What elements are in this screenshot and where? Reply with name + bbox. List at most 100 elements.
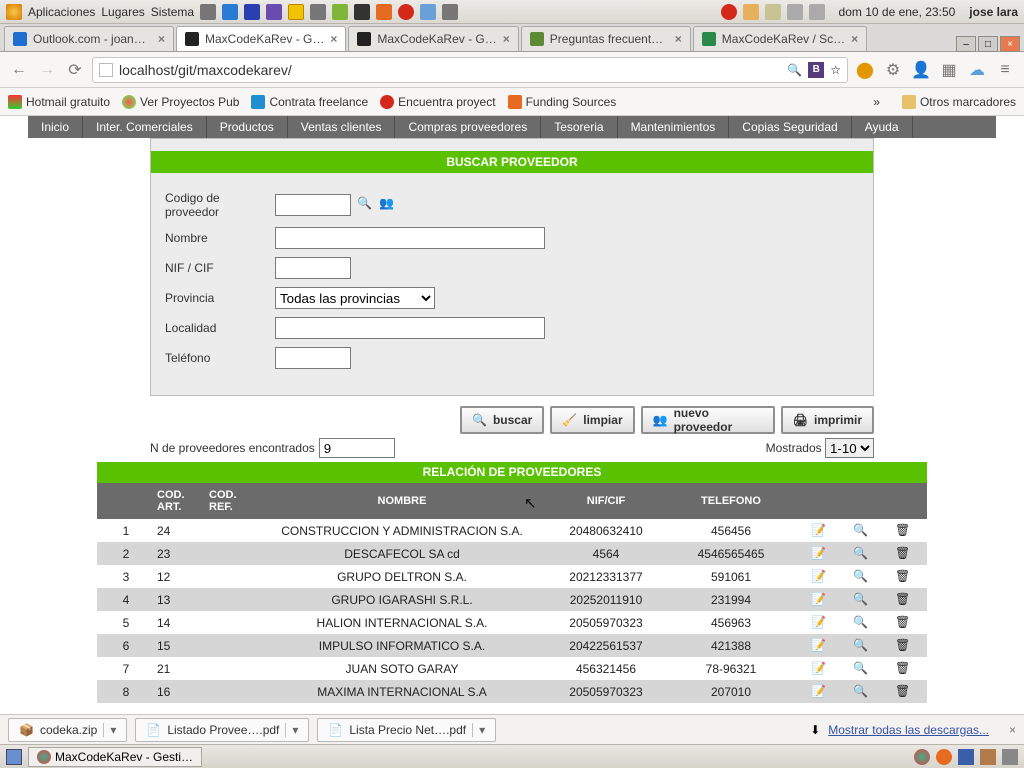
tray-icon[interactable] [914, 749, 930, 765]
tray-icon[interactable] [244, 4, 260, 20]
tray-icon[interactable] [222, 4, 238, 20]
buscar-button[interactable]: 🔍buscar [460, 406, 544, 434]
chevron-down-icon[interactable]: ▾ [472, 723, 485, 737]
edit-icon[interactable]: 📝 [811, 592, 827, 608]
download-item[interactable]: 📄Lista Precio Net….pdf▾ [317, 718, 496, 742]
mostrados-select[interactable]: 1-10 [825, 438, 874, 458]
nif-input[interactable] [275, 257, 351, 279]
delete-icon[interactable]: 🗑 [895, 592, 911, 608]
reload-button[interactable]: ⟳ [64, 59, 86, 81]
chevron-down-icon[interactable]: ▾ [103, 723, 116, 737]
menu-inicio[interactable]: Inicio [28, 116, 83, 138]
ext-icon[interactable]: ▦ [938, 59, 960, 81]
os-menu-apps[interactable]: Aplicaciones [28, 5, 95, 19]
download-item[interactable]: 📦codeka.zip▾ [8, 718, 127, 742]
tray-icon[interactable] [200, 4, 216, 20]
tray-icon[interactable] [958, 749, 974, 765]
browser-tab-active[interactable]: MaxCodeKaRev - G…× [176, 26, 346, 51]
close-icon[interactable]: × [158, 32, 165, 46]
tray-icon[interactable] [980, 749, 996, 765]
menu-productos[interactable]: Productos [207, 116, 288, 138]
tray-icon[interactable] [332, 4, 348, 20]
bookmark-item[interactable]: Contrata freelance [251, 95, 368, 109]
search-icon[interactable]: 🔍 [787, 63, 802, 77]
menu-ventas[interactable]: Ventas clientes [288, 116, 396, 138]
chevron-down-icon[interactable]: ▾ [285, 723, 298, 737]
view-icon[interactable]: 🔍 [853, 615, 869, 631]
view-icon[interactable]: 🔍 [853, 546, 869, 562]
maximize-button[interactable]: □ [978, 36, 998, 52]
codigo-input[interactable] [275, 194, 351, 216]
bookmark-item[interactable]: Funding Sources [508, 95, 617, 109]
close-icon[interactable]: × [503, 32, 510, 46]
delete-icon[interactable]: 🗑 [895, 523, 911, 539]
bootstrap-icon[interactable]: B [808, 62, 824, 78]
os-menu-system[interactable]: Sistema [151, 5, 194, 19]
tray-icon[interactable] [420, 4, 436, 20]
show-desktop-icon[interactable] [6, 749, 22, 765]
delete-icon[interactable]: 🗑 [895, 638, 911, 654]
ext-icon[interactable]: ⚙ [882, 59, 904, 81]
close-button[interactable]: × [1000, 36, 1020, 52]
delete-icon[interactable]: 🗑 [895, 661, 911, 677]
tray-icon[interactable] [721, 4, 737, 20]
download-item[interactable]: 📄Listado Provee….pdf▾ [135, 718, 309, 742]
os-menu-places[interactable]: Lugares [101, 5, 144, 19]
os-user[interactable]: jose lara [969, 5, 1018, 19]
ext-icon[interactable]: ⬤ [854, 59, 876, 81]
tray-icon[interactable] [354, 4, 370, 20]
edit-icon[interactable]: 📝 [811, 684, 827, 700]
delete-icon[interactable]: 🗑 [895, 546, 911, 562]
tray-icon[interactable] [398, 4, 414, 20]
edit-icon[interactable]: 📝 [811, 523, 827, 539]
url-input[interactable] [119, 62, 781, 78]
view-icon[interactable]: 🔍 [853, 684, 869, 700]
tray-icon[interactable] [266, 4, 282, 20]
view-icon[interactable]: 🔍 [853, 592, 869, 608]
view-icon[interactable]: 🔍 [853, 569, 869, 585]
url-bar[interactable]: 🔍 B ☆ [92, 57, 848, 83]
browser-tab[interactable]: Outlook.com - joan…× [4, 26, 174, 51]
minimize-button[interactable]: – [956, 36, 976, 52]
delete-icon[interactable]: 🗑 [895, 569, 911, 585]
limpiar-button[interactable]: 🧹limpiar [550, 406, 634, 434]
back-button[interactable]: ← [8, 59, 30, 81]
menu-compras[interactable]: Compras proveedores [395, 116, 541, 138]
tray-icon[interactable] [442, 4, 458, 20]
browser-tab[interactable]: MaxCodeKaRev - G…× [348, 26, 518, 51]
browser-tab[interactable]: Preguntas frecuent…× [521, 26, 691, 51]
edit-icon[interactable]: 📝 [811, 661, 827, 677]
bookmarks-overflow[interactable]: » [873, 95, 880, 109]
count-value[interactable] [319, 438, 395, 458]
tray-icon[interactable] [288, 4, 304, 20]
tray-icon[interactable] [743, 4, 759, 20]
forward-button[interactable]: → [36, 59, 58, 81]
edit-icon[interactable]: 📝 [811, 546, 827, 562]
delete-icon[interactable]: 🗑 [895, 684, 911, 700]
edit-icon[interactable]: 📝 [811, 638, 827, 654]
menu-copias[interactable]: Copias Seguridad [729, 116, 851, 138]
taskbar-app[interactable]: MaxCodeKaRev - Gesti… [28, 747, 202, 767]
edit-icon[interactable]: 📝 [811, 615, 827, 631]
view-icon[interactable]: 🔍 [853, 638, 869, 654]
tray-icon[interactable] [310, 4, 326, 20]
telefono-input[interactable] [275, 347, 351, 369]
nuevo-button[interactable]: 👥nuevo proveedor [641, 406, 775, 434]
close-icon[interactable]: × [851, 32, 858, 46]
menu-mant[interactable]: Mantenimientos [618, 116, 730, 138]
search-icon[interactable]: 🔍 [357, 196, 375, 214]
menu-tesoreria[interactable]: Tesoreria [541, 116, 617, 138]
bookmark-star-icon[interactable]: ☆ [830, 63, 841, 77]
provincia-select[interactable]: Todas las provincias [275, 287, 435, 309]
close-icon[interactable]: × [1009, 723, 1016, 737]
localidad-input[interactable] [275, 317, 545, 339]
tray-icon[interactable] [936, 749, 952, 765]
tray-icon[interactable] [376, 4, 392, 20]
close-icon[interactable]: × [675, 32, 682, 46]
show-all-downloads[interactable]: Mostrar todas las descargas... [828, 723, 989, 737]
os-clock[interactable]: dom 10 de ene, 23:50 [839, 5, 956, 19]
view-icon[interactable]: 🔍 [853, 523, 869, 539]
menu-inter[interactable]: Inter. Comerciales [83, 116, 207, 138]
bookmark-item[interactable]: Ver Proyectos Pub [122, 95, 239, 109]
people-icon[interactable]: 👥 [379, 196, 397, 214]
